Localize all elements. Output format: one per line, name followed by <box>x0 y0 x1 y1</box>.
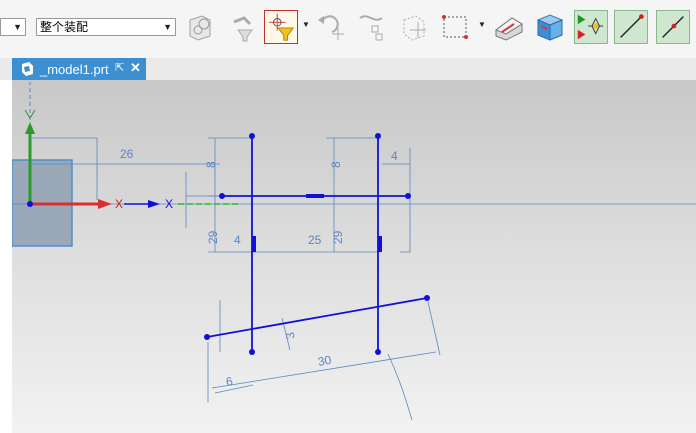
dimension-8-right[interactable]: 8 <box>329 161 343 168</box>
document-tab-bar: _model1.prt ⇱ ✕ <box>0 58 696 80</box>
snap-filter-button[interactable] <box>264 10 298 44</box>
point-left-top <box>249 133 255 139</box>
dimension-26[interactable]: 26 <box>120 147 134 161</box>
x-arrow-icon <box>98 199 112 209</box>
dimension-29-left[interactable]: 29 <box>206 230 220 244</box>
chevron-down-icon: ▼ <box>302 20 310 29</box>
sketch-x-label: X <box>165 197 173 211</box>
dimension-4-mid[interactable]: 4 <box>234 233 241 247</box>
assembly-filter-icon <box>189 15 211 41</box>
continuous-autodimension-button[interactable] <box>574 10 608 44</box>
sketch-x-arrow-icon <box>148 200 160 208</box>
point-slant-right <box>424 295 430 301</box>
point-right-top <box>375 133 381 139</box>
select-feature-icon <box>233 16 253 42</box>
y-arrow-icon <box>25 122 35 134</box>
line-button[interactable] <box>614 10 648 44</box>
point-left-bottom <box>249 349 255 355</box>
dimension-8-left[interactable]: 8 <box>204 161 218 168</box>
eraser-button[interactable] <box>492 10 526 44</box>
point-horizontal-right <box>405 193 411 199</box>
hidden-box-icon <box>403 15 426 41</box>
assembly-scope-combo[interactable]: 整个装配 ▼ <box>36 18 176 36</box>
tab-model1[interactable]: _model1.prt ⇱ ✕ <box>12 58 146 80</box>
tab-title: _model1.prt <box>40 62 109 77</box>
ribbon-toolbar: ▼ 整个装配 ▼ ▼ ▼ <box>0 0 696 59</box>
dimension-6[interactable]: 6 <box>225 374 234 389</box>
undo-snap-button[interactable] <box>314 10 348 44</box>
rectangle-select-icon <box>442 15 468 39</box>
assembly-filter-button[interactable] <box>184 10 218 44</box>
close-icon[interactable]: ✕ <box>130 60 141 76</box>
chevron-down-icon: ▼ <box>478 20 486 29</box>
line-icon <box>620 14 644 38</box>
part-file-icon <box>22 62 33 76</box>
eraser-icon <box>494 17 523 41</box>
dimension-3[interactable]: 3 <box>283 331 298 340</box>
shaded-box-icon <box>536 14 564 41</box>
snap-dropdown-button[interactable]: ▼ <box>302 20 310 32</box>
dimension-30[interactable]: 30 <box>317 353 333 369</box>
point-right-bottom <box>375 349 381 355</box>
rectangle-dropdown-button[interactable]: ▼ <box>478 20 486 32</box>
snap-point-icon <box>268 13 295 41</box>
hidden-box-button[interactable] <box>396 10 430 44</box>
rectangle-select-button[interactable] <box>438 10 472 44</box>
selection-filter-combo[interactable]: ▼ <box>0 18 26 36</box>
point-slant-left <box>204 334 210 340</box>
undo-snap-icon <box>318 15 344 40</box>
origin-point[interactable] <box>27 201 33 207</box>
continuous-autodimension-icon <box>577 14 604 40</box>
line-point-button[interactable] <box>656 10 690 44</box>
popout-icon[interactable]: ⇱ <box>115 61 124 74</box>
sketch-canvas[interactable]: X X 26 8 8 4 4 29 29 25 3 30 6 <box>12 80 696 433</box>
point-horizontal-left <box>219 193 225 199</box>
graphics-viewport[interactable]: X X 26 8 8 4 4 29 29 25 3 30 6 <box>12 80 696 433</box>
point-on-curve-button[interactable] <box>354 10 388 44</box>
dimension-4-top[interactable]: 4 <box>391 149 398 163</box>
line-point-icon <box>662 16 684 38</box>
dimension-25[interactable]: 25 <box>308 233 322 247</box>
shaded-box-button[interactable] <box>532 10 566 44</box>
dimension-29-right[interactable]: 29 <box>331 230 345 244</box>
sketch-line-slanted <box>206 297 428 338</box>
x-axis-label: X <box>115 197 123 211</box>
select-feature-button[interactable] <box>226 10 260 44</box>
point-on-curve-icon <box>359 15 383 41</box>
chevron-down-icon: ▼ <box>13 22 22 32</box>
chevron-down-icon: ▼ <box>163 22 172 32</box>
assembly-scope-value: 整个装配 <box>40 20 89 34</box>
